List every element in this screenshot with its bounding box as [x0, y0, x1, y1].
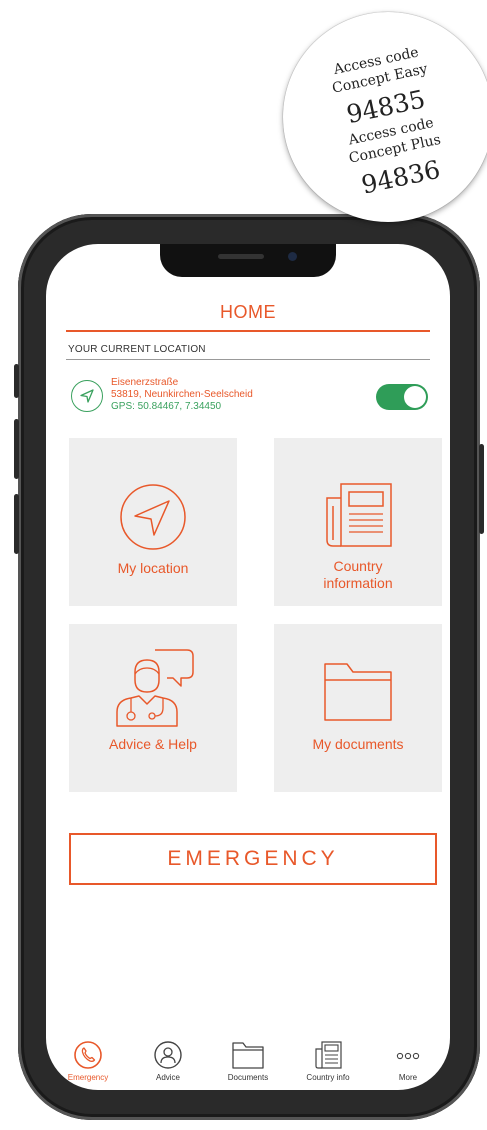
tile-my-location[interactable]: My location [69, 438, 237, 606]
app-screen: HOME YOUR CURRENT LOCATION Eisenerzstraß… [46, 244, 450, 1090]
tab-label: More [398, 1073, 418, 1082]
folder-icon [232, 1042, 264, 1069]
title-divider [66, 330, 430, 332]
phone-frame: HOME YOUR CURRENT LOCATION Eisenerzstraß… [14, 214, 484, 1120]
phone-volume-down-button [14, 494, 19, 554]
phone-side-button [14, 364, 19, 398]
bottom-tab-bar: Emergency Advice Documents Country info … [46, 1040, 450, 1090]
page-title: HOME [220, 302, 276, 322]
more-dots-icon [396, 1052, 420, 1060]
current-location-info: Eisenerzstraße 53819, Neunkirchen-Seelsc… [111, 377, 253, 413]
tile-label: Advice & Help [109, 736, 197, 752]
tile-label: Country information [274, 558, 442, 592]
navigation-arrow-icon [120, 484, 186, 550]
tab-label: Country info [306, 1073, 350, 1082]
location-header-divider [66, 359, 430, 360]
tab-label: Documents [227, 1073, 269, 1082]
newspaper-icon [315, 1041, 342, 1069]
newspaper-icon [326, 483, 392, 547]
tile-my-documents[interactable]: My documents [274, 624, 442, 792]
tile-label: My location [117, 560, 189, 576]
phone-volume-up-button [14, 419, 19, 479]
access-code-badge: Access code Concept Easy 94835 Access co… [283, 12, 487, 222]
location-city: 53819, Neunkirchen-Seelscheid [111, 389, 253, 400]
tab-advice[interactable]: Advice [128, 1040, 208, 1082]
phone-notch [160, 244, 336, 277]
tab-documents[interactable]: Documents [208, 1040, 288, 1082]
location-arrow-icon [71, 380, 103, 412]
tile-label-line-1: Country [333, 558, 383, 574]
tab-emergency[interactable]: Emergency [48, 1040, 128, 1082]
folder-icon [324, 663, 392, 721]
location-street: Eisenerzstraße [111, 377, 179, 388]
tab-label: Advice [155, 1073, 180, 1082]
tile-country-information[interactable]: Country information [274, 438, 442, 606]
emergency-button[interactable]: EMERGENCY [69, 833, 437, 885]
tab-more[interactable]: More [368, 1040, 448, 1082]
tile-label-line-2: information [323, 575, 393, 591]
phone-power-button [479, 444, 484, 534]
tab-country-info[interactable]: Country info [288, 1040, 368, 1082]
speaker-grill [218, 254, 264, 259]
doctor-icon [154, 1041, 182, 1069]
phone-icon [74, 1041, 102, 1069]
location-toggle[interactable] [376, 384, 428, 410]
tab-label: Emergency [67, 1073, 109, 1082]
location-gps: GPS: 50.84467, 7.34450 [111, 401, 222, 412]
toggle-knob [404, 386, 426, 408]
location-section-header: YOUR CURRENT LOCATION [68, 344, 206, 355]
tile-advice-help[interactable]: Advice & Help [69, 624, 237, 792]
front-camera [288, 252, 297, 261]
tile-label: My documents [312, 736, 404, 752]
doctor-chat-icon [116, 649, 194, 727]
